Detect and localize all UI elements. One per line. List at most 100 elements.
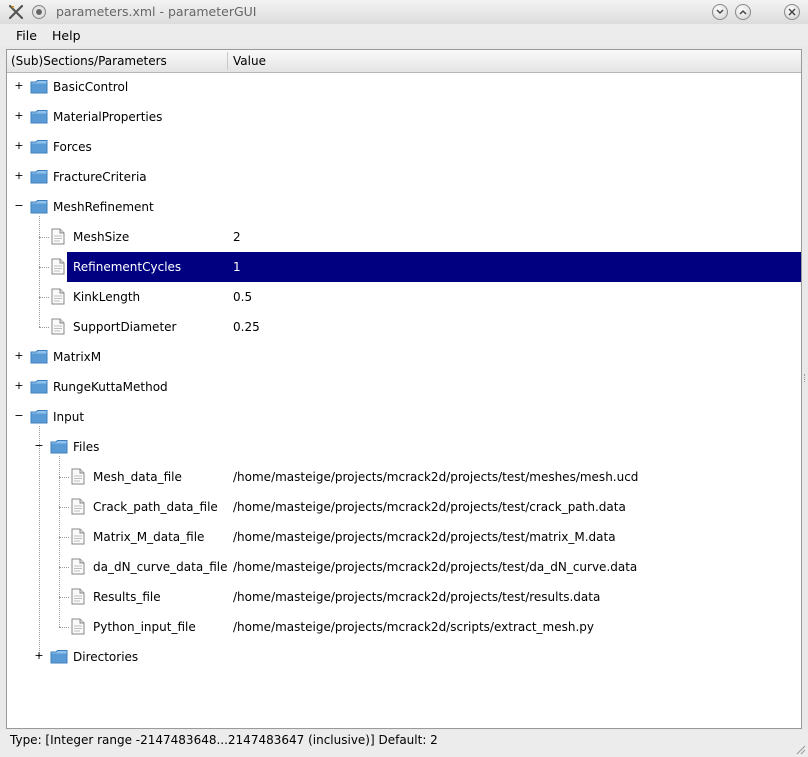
app-tools-icon xyxy=(8,4,24,20)
tree-parameter-row[interactable]: SupportDiameter 0.25 xyxy=(7,312,801,342)
folder-icon xyxy=(50,439,68,454)
tree-parameter-row[interactable]: Results_file/home/masteige/projects/mcra… xyxy=(7,582,801,612)
tree-item-value[interactable]: 1 xyxy=(233,260,241,274)
tree-section-row[interactable]: − Files xyxy=(7,432,801,462)
column-separator[interactable] xyxy=(227,52,228,70)
tree-parameter-row[interactable]: RefinementCycles 1 xyxy=(7,252,801,282)
tree-item-label: Files xyxy=(73,440,100,454)
parameter-document-icon xyxy=(71,528,85,545)
tree-item-label: MaterialProperties xyxy=(53,110,163,124)
tree-item-label: SupportDiameter xyxy=(73,320,177,334)
tree-guide-branch xyxy=(59,537,69,538)
tree-guide-branch xyxy=(39,297,49,298)
tree-item-value[interactable]: /home/masteige/projects/mcrack2d/project… xyxy=(233,590,600,604)
collapse-toggle-icon[interactable]: − xyxy=(14,200,24,212)
expand-toggle-icon[interactable]: + xyxy=(14,140,24,152)
menu-bar: File Help xyxy=(0,24,808,46)
resize-grip-icon[interactable] xyxy=(794,743,806,755)
tree-item-label: MeshSize xyxy=(73,230,130,244)
menu-file[interactable]: File xyxy=(16,28,37,43)
tree-header: (Sub)Sections/Parameters Value xyxy=(7,50,801,73)
tree-item-value[interactable]: /home/masteige/projects/mcrack2d/project… xyxy=(233,500,626,514)
tree-section-row[interactable]: + BasicControl xyxy=(7,72,801,102)
tree-section-row[interactable]: + MatrixM xyxy=(7,342,801,372)
tree-guide-branch xyxy=(59,627,69,628)
tree-parameter-row[interactable]: Mesh_data_file/home/masteige/projects/mc… xyxy=(7,462,801,492)
tree-section-row[interactable]: + FractureCriteria xyxy=(7,162,801,192)
tree-item-label: Results_file xyxy=(93,590,161,604)
expand-toggle-icon[interactable]: + xyxy=(14,110,24,122)
tree-parameter-row[interactable]: KinkLength 0.5 xyxy=(7,282,801,312)
window-menu-icon[interactable] xyxy=(32,5,46,19)
tree-section-row[interactable]: − Input xyxy=(7,402,801,432)
tree-item-label: Matrix_M_data_file xyxy=(93,530,205,544)
tree-item-label: Python_input_file xyxy=(93,620,196,634)
parameter-document-icon xyxy=(71,558,85,575)
parameter-document-icon xyxy=(71,498,85,515)
tree-section-row[interactable]: + RungeKuttaMethod xyxy=(7,372,801,402)
collapse-toggle-icon[interactable]: − xyxy=(14,410,24,422)
tree-item-label: Directories xyxy=(73,650,139,664)
chevron-up-icon xyxy=(739,9,747,15)
tree-item-value[interactable]: 2 xyxy=(233,230,241,244)
tree-parameter-row[interactable]: Matrix_M_data_file/home/masteige/project… xyxy=(7,522,801,552)
maximize-button[interactable] xyxy=(735,4,751,20)
tree-item-label: Crack_path_data_file xyxy=(93,500,218,514)
chevron-down-icon xyxy=(716,9,724,15)
expand-toggle-icon[interactable]: + xyxy=(34,650,44,662)
tree-item-value[interactable]: 0.25 xyxy=(233,320,260,334)
tree-item-value[interactable]: /home/masteige/projects/mcrack2d/project… xyxy=(233,470,638,484)
tree-item-label: FractureCriteria xyxy=(53,170,147,184)
parameter-document-icon xyxy=(71,618,85,635)
folder-icon xyxy=(30,79,48,94)
tree-parameter-row[interactable]: Python_input_file/home/masteige/projects… xyxy=(7,612,801,642)
tree-parameter-row[interactable]: Crack_path_data_file/home/masteige/proje… xyxy=(7,492,801,522)
folder-icon xyxy=(30,379,48,394)
tree-item-value[interactable]: /home/masteige/projects/mcrack2d/scripts… xyxy=(233,620,594,634)
menu-help[interactable]: Help xyxy=(52,28,81,43)
close-button[interactable] xyxy=(784,4,800,20)
tree-parameter-row[interactable]: MeshSize 2 xyxy=(7,222,801,252)
parameter-document-icon xyxy=(71,468,85,485)
tree-item-value[interactable]: /home/masteige/projects/mcrack2d/project… xyxy=(233,560,637,574)
tree-section-row[interactable]: + Forces xyxy=(7,132,801,162)
folder-icon xyxy=(30,109,48,124)
tree-item-label: da_dN_curve_data_file xyxy=(93,560,228,574)
expand-toggle-icon[interactable]: + xyxy=(14,80,24,92)
tree-item-label: MatrixM xyxy=(53,350,102,364)
tree-section-row[interactable]: − MeshRefinement xyxy=(7,192,801,222)
folder-icon xyxy=(30,169,48,184)
tree-guide-branch xyxy=(39,327,49,328)
tree-parameter-row[interactable]: da_dN_curve_data_file/home/masteige/proj… xyxy=(7,552,801,582)
column-header-value[interactable]: Value xyxy=(233,54,266,68)
tree-section-row[interactable]: + Directories xyxy=(7,642,801,672)
title-bar: parameters.xml - parameterGUI xyxy=(0,0,808,25)
tree-guide-branch xyxy=(39,237,49,238)
close-icon xyxy=(788,8,796,16)
minimize-button[interactable] xyxy=(712,4,728,20)
column-header-parameters[interactable]: (Sub)Sections/Parameters xyxy=(11,54,167,68)
folder-icon xyxy=(30,409,48,424)
collapse-toggle-icon[interactable]: − xyxy=(34,440,44,452)
tree-item-label: MeshRefinement xyxy=(53,200,154,214)
expand-toggle-icon[interactable]: + xyxy=(14,350,24,362)
tree-section-row[interactable]: + MaterialProperties xyxy=(7,102,801,132)
status-text: Type: [Integer range -2147483648...21474… xyxy=(10,733,438,747)
tree-item-label: RefinementCycles xyxy=(73,260,182,274)
tree-item-value[interactable]: 0.5 xyxy=(233,290,252,304)
folder-icon xyxy=(30,139,48,154)
parameter-document-icon xyxy=(51,288,65,305)
tree-item-value[interactable]: /home/masteige/projects/mcrack2d/project… xyxy=(233,530,616,544)
expand-toggle-icon[interactable]: + xyxy=(14,170,24,182)
folder-icon xyxy=(30,199,48,214)
status-bar: Type: [Integer range -2147483648...21474… xyxy=(0,730,808,757)
tree-item-label: BasicControl xyxy=(53,80,129,94)
tree-guide-branch xyxy=(59,597,69,598)
tree-guide-branch xyxy=(39,267,49,268)
tree-guide-branch xyxy=(59,567,69,568)
expand-toggle-icon[interactable]: + xyxy=(14,380,24,392)
parameter-document-icon xyxy=(51,318,65,335)
splitter-handle[interactable] xyxy=(804,374,808,382)
parameter-tree[interactable]: (Sub)Sections/Parameters Value + BasicCon… xyxy=(6,49,802,729)
tree-item-label: KinkLength xyxy=(73,290,141,304)
